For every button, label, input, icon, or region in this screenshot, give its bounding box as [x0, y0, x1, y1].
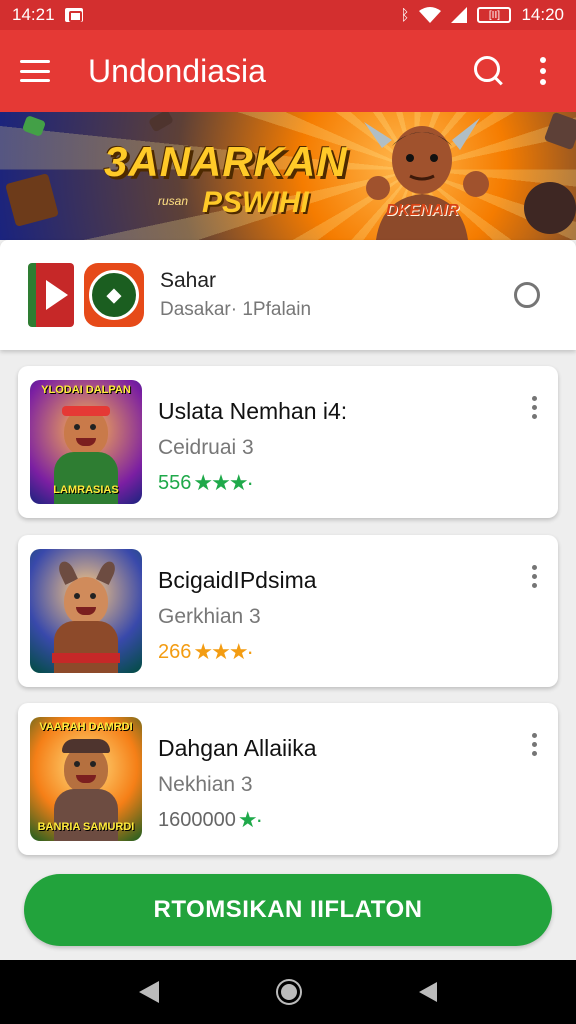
- card-overflow-icon[interactable]: [532, 565, 538, 588]
- rating-value: 266: [158, 640, 192, 663]
- featured-app-row[interactable]: ⬥ Sahar Dasakar· 1Pfalain: [0, 240, 576, 350]
- status-time-left: 14:21: [12, 5, 55, 24]
- status-bar: 14:21 ᛒ [II] 14:20: [0, 0, 576, 30]
- banner-hero-illustration: [364, 118, 489, 240]
- card-rating: 556 ★★★·: [158, 470, 254, 496]
- rating-value: 556: [158, 471, 192, 494]
- card-title: Dahgan Allaiika: [158, 735, 317, 761]
- app-bar: Undondiasia: [0, 30, 576, 112]
- system-nav-bar: [0, 960, 576, 1024]
- rating-stars: ★★★·: [193, 639, 253, 664]
- thumbnail-top-text: VAARAH DAMRDI: [39, 721, 133, 733]
- banner-tag: DKENAIR: [386, 202, 459, 219]
- card-rating: 1600000 ★·: [158, 807, 263, 833]
- banner-title: 3ANARKAN: [104, 138, 348, 185]
- rating-stars: ★·: [237, 807, 263, 832]
- banner-decoration: [524, 182, 576, 234]
- recent-icon[interactable]: [418, 982, 437, 1002]
- home-icon[interactable]: [277, 981, 300, 1003]
- card-subtitle: Nekhian 3: [158, 773, 253, 796]
- play-store-icon: [28, 263, 74, 327]
- menu-icon[interactable]: [20, 60, 50, 82]
- card-overflow-icon[interactable]: [532, 396, 538, 419]
- thumbnail-body: [54, 789, 118, 841]
- card-title: BcigaidIPdsima: [158, 567, 317, 593]
- banner-subtitle: PSWIHI: [202, 186, 309, 219]
- thumbnail-body: [54, 452, 118, 504]
- featured-subtitle: Dasakar· 1Pfalain: [160, 299, 312, 320]
- status-time-right: 14:20: [521, 5, 564, 24]
- app-thumbnail: VAARAH DAMRDI BANRIA SAMURDI: [30, 717, 142, 841]
- thumbnail-hair: [62, 739, 110, 753]
- rating-value: 1600000: [158, 808, 236, 831]
- thumbnail-character: [64, 577, 108, 625]
- banner-subtitle-small: rusan: [158, 194, 189, 208]
- card-subtitle: Gerkhian 3: [158, 605, 261, 628]
- battery-icon: [II]: [477, 7, 512, 23]
- notification-icon: [64, 8, 83, 22]
- dice-icon: ⬥: [89, 270, 139, 320]
- featured-title: Sahar: [160, 269, 217, 292]
- app-title: Undondiasia: [88, 52, 266, 89]
- app-card[interactable]: VAARAH DAMRDI BANRIA SAMURDI Dahgan Alla…: [18, 703, 558, 855]
- app-card[interactable]: BcigaidIPdsima Gerkhian 3 266 ★★★·: [18, 535, 558, 687]
- app-thumbnail: [30, 549, 142, 673]
- card-subtitle: Ceidruai 3: [158, 436, 254, 459]
- thumbnail-top-text: YLODAI DALPAN: [41, 384, 131, 396]
- rating-stars: ★★★·: [193, 470, 253, 495]
- signal-icon: [451, 7, 468, 23]
- thumbnail-headband: [62, 406, 110, 416]
- wifi-icon: [419, 7, 442, 23]
- promo-banner[interactable]: 3ANARKAN rusan PSWIHI DKENAIR: [0, 112, 576, 240]
- radio-icon[interactable]: [514, 282, 540, 308]
- thumbnail-belt: [52, 653, 120, 663]
- overflow-menu-icon[interactable]: [540, 57, 546, 85]
- app-thumbnail: YLODAI DALPAN LAMRASIAS: [30, 380, 142, 504]
- bluetooth-icon: ᛒ: [400, 6, 410, 24]
- thumbnail-caption: BANRIA SAMURDI: [37, 820, 135, 833]
- thumbnail-body: [54, 621, 118, 673]
- install-button[interactable]: RTOMSIKAN IIFLATON: [24, 874, 552, 946]
- back-icon[interactable]: [139, 981, 160, 1003]
- card-title: Uslata Nemhan i4:: [158, 398, 348, 424]
- thumbnail-caption: LAMRASIAS: [53, 483, 119, 496]
- app-card[interactable]: YLODAI DALPAN LAMRASIAS Uslata Nemhan i4…: [18, 366, 558, 518]
- search-icon[interactable]: [472, 54, 506, 88]
- card-rating: 266 ★★★·: [158, 639, 254, 665]
- featured-app-icon: ⬥: [84, 263, 144, 327]
- card-overflow-icon[interactable]: [532, 733, 538, 756]
